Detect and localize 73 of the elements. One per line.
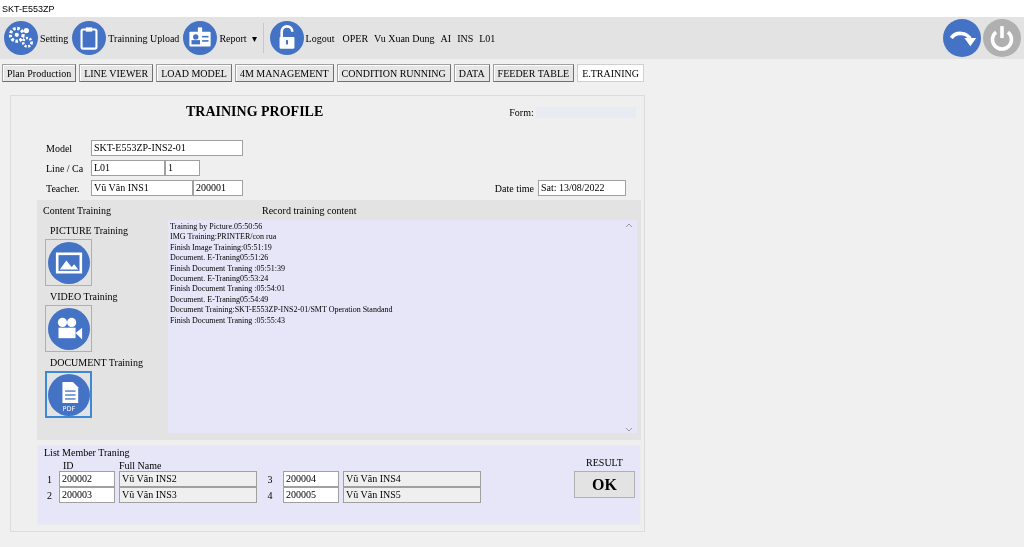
toolbar-button[interactable]: Trainning Upload [70, 21, 182, 55]
scroll-down-icon[interactable] [625, 427, 633, 433]
tab[interactable]: LINE VIEWER [79, 64, 154, 82]
result-label: RESULT [586, 457, 623, 468]
line-field[interactable]: L01 [91, 160, 165, 176]
field-label: Date time [494, 182, 534, 194]
toolbar-button[interactable]: Report ▾ [181, 21, 259, 55]
log-line: IMG Training:PRINTER/con rua [170, 232, 278, 243]
id-field[interactable]: 200004 [283, 471, 339, 487]
tab[interactable]: CONDITION RUNNING [336, 64, 451, 82]
section-heading: Content Training [43, 204, 113, 216]
column-header: Full Name [119, 460, 163, 471]
row-number: 2 [46, 489, 53, 501]
field-label: Model [46, 142, 74, 154]
clipboard-icon [72, 21, 107, 55]
redo-button[interactable] [942, 19, 982, 57]
name-field: Vũ Văn INS2 [119, 471, 257, 487]
user-info: Vu Xuan Dung [374, 32, 435, 44]
scrollbar[interactable] [623, 222, 635, 433]
log-line: Document. E-Traning05:53:24 [170, 274, 270, 285]
user-info: INS [457, 32, 474, 44]
model-field[interactable]: SKT-E553ZP-INS2-01 [91, 140, 243, 156]
name-field: Vũ Văn INS3 [119, 487, 257, 503]
training-label: PICTURE Training [50, 225, 130, 236]
gears-icon [4, 21, 38, 55]
log-line: Training by Picture.05:50:56 [170, 222, 264, 233]
toolbar-button[interactable]: Logout [267, 21, 337, 55]
id-field[interactable]: 200003 [59, 487, 115, 503]
section-heading: Record training content [262, 204, 357, 216]
shift-field[interactable]: 1 [165, 160, 200, 176]
training-label: VIDEO Training [50, 291, 119, 302]
tab[interactable]: 4M MANAGEMENT [234, 64, 334, 82]
training-label: DOCUMENT Training [50, 357, 144, 368]
picture-training-button[interactable] [45, 239, 92, 286]
scroll-up-icon[interactable] [625, 222, 633, 228]
column-header: ID [62, 460, 75, 471]
tab[interactable]: LOAD MODEL [156, 64, 232, 82]
tab[interactable]: FEEDER TABLE [492, 64, 575, 82]
window-title: SKT-E553ZP [0, 0, 1024, 17]
log-line: Finish Document Traning :05:54:01 [170, 284, 286, 295]
name-field: Vũ Văn INS5 [343, 487, 481, 503]
log-line: Finish Document Traning :05:51:39 [170, 263, 286, 275]
tab[interactable]: DATA [453, 64, 490, 82]
field-label: Teacher. [46, 182, 81, 194]
user-info: OPER [342, 32, 369, 44]
log-line: Document. E-Traning05:54:49 [170, 294, 270, 306]
row-number: 4 [266, 489, 274, 501]
id-field[interactable]: 200005 [283, 487, 339, 503]
name-field: Vũ Văn INS4 [343, 471, 481, 487]
toolbar-button[interactable]: Setting [2, 21, 71, 55]
result-button[interactable]: OK [574, 471, 635, 498]
caret-icon: ▾ [251, 32, 257, 44]
row-number: 1 [46, 473, 53, 485]
log-line: Finish Document Traning :05:55:43 [170, 315, 286, 327]
user-info: L01 [479, 32, 496, 44]
lock-icon [269, 21, 304, 55]
teacher-id-field[interactable]: 200001 [193, 180, 243, 196]
row-number: 3 [266, 473, 274, 485]
log-line: Document Training:SKT-E553ZP-INS2-01/SMT Operation Standand [170, 305, 394, 316]
id-field[interactable]: 200002 [59, 471, 115, 487]
video-training-button[interactable] [45, 305, 92, 352]
teacher-name-field[interactable]: Vũ Văn INS1 [91, 180, 193, 196]
tab[interactable]: E.TRAINING [577, 64, 645, 82]
log-line: Document. E-Traning05:51:26 [170, 253, 270, 264]
date-field[interactable]: Sat: 13/08/2022 [538, 180, 626, 196]
user-info: AI [440, 32, 452, 44]
tab[interactable]: Plan Production [2, 64, 77, 82]
log-line: Finish Image Training:05:51:19 [170, 242, 273, 254]
idcard-icon [183, 21, 218, 55]
form-label: Form: [509, 106, 534, 118]
panel-title: TRAINING PROFILE [186, 104, 324, 120]
group-heading: List Member Traning [44, 447, 131, 458]
field-label: Line / Ca [46, 162, 85, 174]
